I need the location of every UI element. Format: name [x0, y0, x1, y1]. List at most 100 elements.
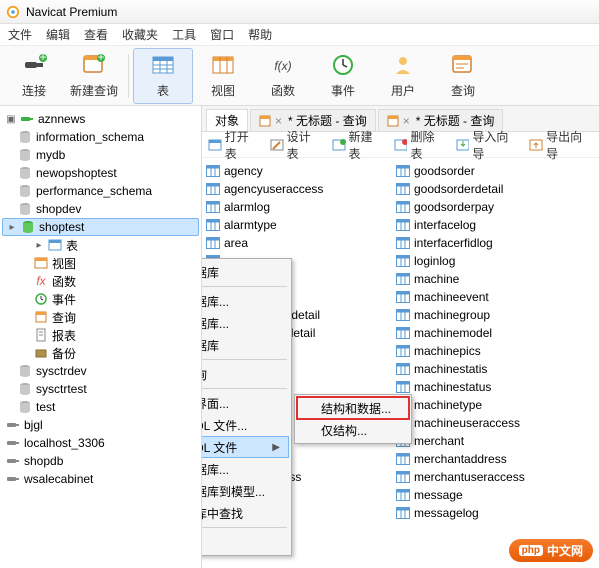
tree-backups[interactable]: 备份: [0, 344, 201, 362]
tree-tables[interactable]: ▸表: [0, 236, 201, 254]
table-row-icon: [396, 381, 410, 393]
menu-tools[interactable]: 工具: [172, 26, 196, 43]
toolbar-new-query[interactable]: + 新建查询: [64, 48, 124, 104]
context-menu-item[interactable]: 关闭数据库: [202, 261, 289, 283]
menu-file[interactable]: 文件: [8, 26, 32, 43]
toolbar-function[interactable]: f(x) 函数: [253, 48, 313, 104]
table-item[interactable]: alarmtype: [206, 216, 396, 234]
connection-tree[interactable]: ▣ aznnews information_schema mydb newops…: [0, 106, 202, 568]
context-menu-item[interactable]: 删除数据库: [202, 334, 289, 356]
svg-text:+: +: [39, 52, 46, 64]
context-menu-item[interactable]: 命令列界面...: [202, 392, 289, 414]
tree-db-selected[interactable]: ▸shoptest: [2, 218, 199, 236]
database-open-icon: [21, 220, 35, 234]
context-menu-item[interactable]: 编辑数据库...: [202, 290, 289, 312]
export-wizard-button[interactable]: 导出向导: [529, 128, 593, 162]
table-item[interactable]: machine: [396, 270, 586, 288]
toolbar-event[interactable]: 事件: [313, 48, 373, 104]
context-menu-item[interactable]: 逆向数据库到模型...: [202, 480, 289, 502]
dump-sql-submenu[interactable]: 结构和数据...仅结构...: [294, 394, 412, 444]
table-row-icon: [206, 165, 220, 177]
connection-off-icon: [6, 472, 20, 486]
collapse-icon[interactable]: ▣: [6, 114, 16, 125]
table-item[interactable]: alarmlog: [206, 198, 396, 216]
database-icon: [18, 148, 32, 162]
table-item[interactable]: loginlog: [396, 252, 586, 270]
database-context-menu[interactable]: 关闭数据库编辑数据库...新建数据库...删除数据库新建查询命令列界面...运行…: [202, 258, 292, 556]
new-table-button[interactable]: 新建表: [332, 128, 384, 162]
table-item[interactable]: merchantuseraccess: [396, 468, 586, 486]
toolbar-table[interactable]: 表: [133, 48, 193, 104]
tree-db[interactable]: shopdev: [0, 200, 201, 218]
tree-db[interactable]: performance_schema: [0, 182, 201, 200]
tree-queries[interactable]: 查询: [0, 308, 201, 326]
menu-edit[interactable]: 编辑: [46, 26, 70, 43]
submenu-item[interactable]: 仅结构...: [297, 419, 409, 441]
table-item[interactable]: messagelog: [396, 504, 586, 522]
tree-functions[interactable]: fx函数: [0, 272, 201, 290]
table-item[interactable]: agencyuseraccess: [206, 180, 396, 198]
toolbar-view[interactable]: 视图: [193, 48, 253, 104]
table-item[interactable]: machineuseraccess: [396, 414, 586, 432]
table-item[interactable]: interfacelog: [396, 216, 586, 234]
tree-connection[interactable]: wsalecabinet: [0, 470, 201, 488]
context-menu-item[interactable]: 运行 SQL 文件...: [202, 414, 289, 436]
database-icon: [18, 130, 32, 144]
table-item[interactable]: merchant: [396, 432, 586, 450]
tree-db[interactable]: mydb: [0, 146, 201, 164]
tree-connection[interactable]: localhost_3306: [0, 434, 201, 452]
delete-table-button[interactable]: 删除表: [394, 128, 446, 162]
tree-connection[interactable]: bjgl: [0, 416, 201, 434]
table-item[interactable]: interfacerfidlog: [396, 234, 586, 252]
context-menu-item[interactable]: 打印数据库...: [202, 458, 289, 480]
menu-view[interactable]: 查看: [84, 26, 108, 43]
submenu-item[interactable]: 结构和数据...: [297, 397, 409, 419]
close-icon[interactable]: ×: [403, 114, 410, 128]
tree-connection[interactable]: shopdb: [0, 452, 201, 470]
table-row-icon: [396, 309, 410, 321]
context-menu-item[interactable]: 新建数据库...: [202, 312, 289, 334]
context-menu-item[interactable]: 新建查询: [202, 363, 289, 385]
tree-db[interactable]: information_schema: [0, 128, 201, 146]
table-item[interactable]: area: [206, 234, 396, 252]
tree-views[interactable]: 视图: [0, 254, 201, 272]
table-item[interactable]: message: [396, 486, 586, 504]
table-item[interactable]: machinemodel: [396, 324, 586, 342]
table-item[interactable]: agency: [206, 162, 396, 180]
table-small-icon: [48, 238, 62, 252]
toolbar-connect[interactable]: + 连接: [4, 48, 64, 104]
table-item[interactable]: machinegroup: [396, 306, 586, 324]
table-item[interactable]: goodsorderpay: [396, 198, 586, 216]
table-row-icon: [396, 363, 410, 375]
table-item[interactable]: machineevent: [396, 288, 586, 306]
open-table-button[interactable]: 打开表: [208, 128, 260, 162]
toolbar-query[interactable]: 查询: [433, 48, 493, 104]
context-menu-item[interactable]: 在数据库中查找: [202, 502, 289, 524]
tree-reports[interactable]: 报表: [0, 326, 201, 344]
close-icon[interactable]: ×: [275, 114, 282, 128]
table-item[interactable]: machinestatis: [396, 360, 586, 378]
expand-icon[interactable]: ▸: [7, 222, 17, 233]
menu-help[interactable]: 帮助: [248, 26, 272, 43]
tree-db[interactable]: newopshoptest: [0, 164, 201, 182]
table-row-icon: [396, 183, 410, 195]
context-menu-item[interactable]: 刷新: [202, 531, 289, 553]
table-item[interactable]: machinestatus: [396, 378, 586, 396]
import-wizard-button[interactable]: 导入向导: [456, 128, 520, 162]
table-item[interactable]: machinetype: [396, 396, 586, 414]
tree-connection[interactable]: ▣ aznnews: [0, 110, 201, 128]
tree-events[interactable]: 事件: [0, 290, 201, 308]
context-menu-item[interactable]: 转储 SQL 文件▶: [202, 436, 289, 458]
tree-db[interactable]: sysctrtest: [0, 380, 201, 398]
table-item[interactable]: goodsorderdetail: [396, 180, 586, 198]
design-table-button[interactable]: 设计表: [270, 128, 322, 162]
tree-db[interactable]: sysctrdev: [0, 362, 201, 380]
toolbar-user[interactable]: 用户: [373, 48, 433, 104]
table-item[interactable]: goodsorder: [396, 162, 586, 180]
export-icon: [529, 138, 543, 152]
tree-db[interactable]: test: [0, 398, 201, 416]
menu-favorites[interactable]: 收藏夹: [122, 26, 158, 43]
table-item[interactable]: merchantaddress: [396, 450, 586, 468]
menu-window[interactable]: 窗口: [210, 26, 234, 43]
table-item[interactable]: machinepics: [396, 342, 586, 360]
